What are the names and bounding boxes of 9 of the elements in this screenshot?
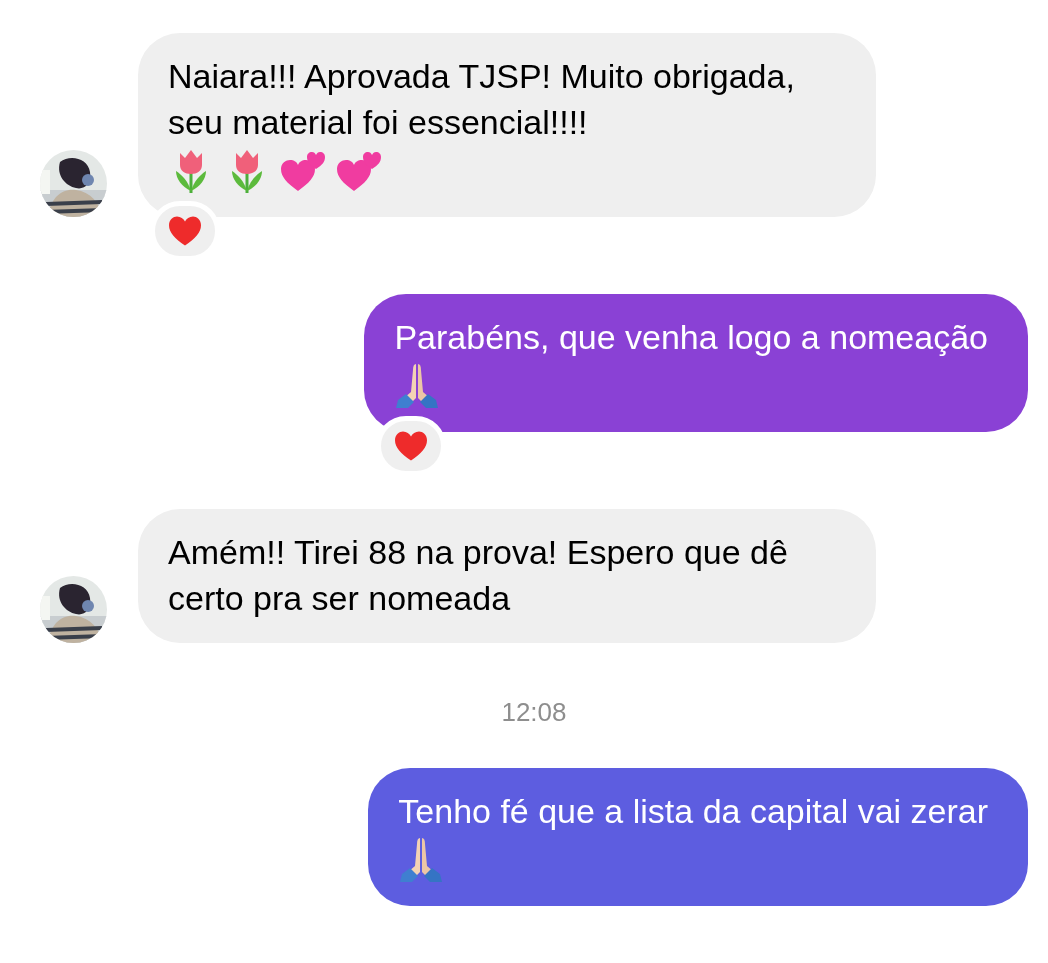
message-text: Amém!! Tirei 88 na prova! Espero que dê certo pra ser nomeada bbox=[168, 532, 789, 619]
praying-hands-icon bbox=[398, 836, 445, 882]
heart-icon bbox=[393, 430, 430, 462]
message-text: Parabéns, que venha logo a nomeação bbox=[394, 317, 988, 358]
timestamp: 12:08 bbox=[501, 696, 567, 728]
message-text: Naiara!!! Aprovada TJSP! Muito obrigada, seu material foi essencial!!!! bbox=[168, 56, 796, 143]
praying-hands-icon bbox=[394, 362, 441, 408]
heart-icon bbox=[167, 215, 203, 247]
message-text: Tenho fé que a lista da capital vai zerar bbox=[398, 791, 988, 832]
